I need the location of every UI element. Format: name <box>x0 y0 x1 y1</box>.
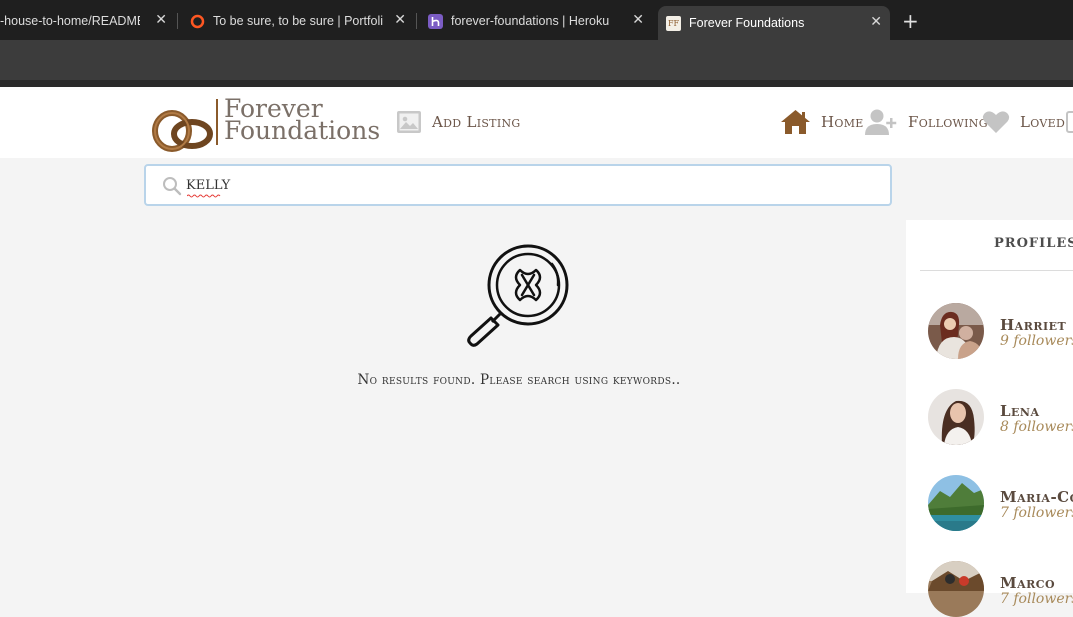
nav-loved-label: Loved <box>1020 113 1066 131</box>
search-icon <box>163 177 182 196</box>
site-header: Forever Foundations Add Listing Home Fol… <box>0 87 1073 158</box>
profile-item-lena[interactable]: Lena 8 followers <box>928 389 1073 445</box>
browser-toolbar <box>0 40 1073 80</box>
avatar[interactable] <box>928 475 984 531</box>
new-tab-button[interactable]: + <box>902 9 919 33</box>
heart-icon <box>982 111 1010 133</box>
nav-loved[interactable]: Loved <box>982 107 1065 137</box>
profile-followers: 8 followers <box>1000 419 1073 435</box>
add-listing-label: Add Listing <box>432 113 521 131</box>
nav-following-label: Following <box>908 113 988 131</box>
avatar[interactable] <box>928 303 984 359</box>
browser-tab-readme[interactable]: -house-to-home/README. ✕ <box>0 6 175 36</box>
profile-item-marco[interactable]: Marco 7 followers <box>928 561 1073 617</box>
nav-home-label: Home <box>821 113 864 131</box>
tab-title: -house-to-home/README. <box>0 14 140 28</box>
search-bar[interactable] <box>144 164 892 206</box>
nav-home[interactable]: Home <box>780 107 864 137</box>
no-results-magnifier-icon <box>467 244 569 347</box>
tab-title: To be sure, to be sure | Portfolio <box>213 14 383 28</box>
tab-separator <box>416 13 417 29</box>
ff-favicon-icon: FF <box>666 15 681 31</box>
add-listing-link[interactable]: Add Listing <box>396 107 520 137</box>
no-results-message: No results found. Please search using ke… <box>357 372 681 388</box>
avatar[interactable] <box>928 389 984 445</box>
home-icon <box>781 110 810 134</box>
sidebar-divider <box>920 270 1073 271</box>
add-user-icon <box>865 109 897 135</box>
profile-menu-icon[interactable] <box>1066 111 1073 133</box>
profile-item-harriet[interactable]: Harriet 9 followers <box>928 303 1073 359</box>
image-icon <box>397 111 421 133</box>
nav-following[interactable]: Following <box>864 107 988 137</box>
browser-toolbar-divider <box>0 80 1073 87</box>
profile-name: Lena <box>1000 402 1040 420</box>
tab-separator <box>177 13 178 29</box>
profiles-sidebar: PROFILES T Harriet 9 followers <box>906 220 1073 617</box>
profile-name: Maria-Co <box>1000 488 1073 506</box>
site-logo[interactable]: Forever Foundations <box>152 96 381 152</box>
profile-name: Harriet <box>1000 316 1067 334</box>
profile-name: Marco <box>1000 574 1056 592</box>
avatar[interactable] <box>928 561 984 617</box>
close-tab-icon[interactable]: ✕ <box>155 11 167 28</box>
profile-followers: 7 followers <box>1000 505 1073 521</box>
browser-tab-forever-foundations[interactable]: FF Forever Foundations ✕ <box>658 6 890 40</box>
logo-wordmark: Forever Foundations <box>224 96 381 145</box>
spellcheck-underline <box>187 194 221 198</box>
sidebar-title: PROFILES T <box>994 236 1073 251</box>
heroku-icon <box>428 13 443 29</box>
portfolio-favicon-icon <box>190 14 205 29</box>
tab-title: Forever Foundations <box>689 16 805 30</box>
close-tab-icon[interactable]: ✕ <box>394 11 406 28</box>
close-tab-icon[interactable]: ✕ <box>870 13 882 30</box>
tab-title: forever-foundations | Heroku <box>451 14 610 28</box>
browser-tab-heroku[interactable]: forever-foundations | Heroku ✕ <box>420 6 652 36</box>
search-input[interactable] <box>186 174 866 196</box>
profile-item-maria-co[interactable]: Maria-Co 7 followers <box>928 475 1073 531</box>
logo-line-2: Foundations <box>224 116 381 145</box>
close-tab-icon[interactable]: ✕ <box>632 11 644 28</box>
browser-tab-portfolio[interactable]: To be sure, to be sure | Portfolio ✕ <box>182 6 414 36</box>
ff-favicon-text: FF <box>667 18 680 28</box>
wedding-rings-icon <box>152 110 213 152</box>
profile-followers: 9 followers <box>1000 333 1073 349</box>
profile-followers: 7 followers <box>1000 591 1073 607</box>
browser-tab-bar: -house-to-home/README. ✕ To be sure, to … <box>0 0 1073 40</box>
logo-divider <box>216 99 218 145</box>
